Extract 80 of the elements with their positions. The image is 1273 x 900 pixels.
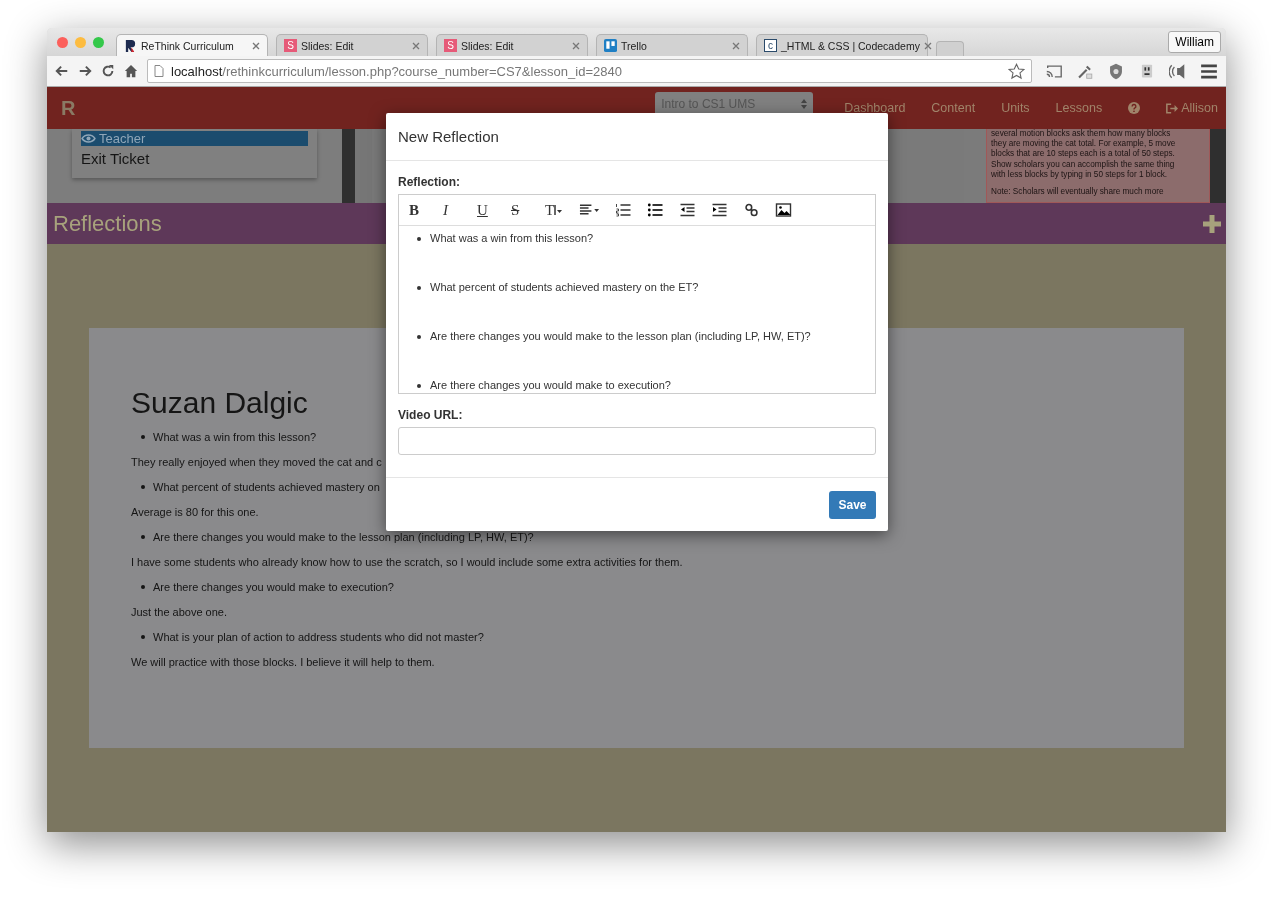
address-bar[interactable]: localhost/rethinkcurriculum/lesson.php?course_number=CS7&lesson_id=2840 — [147, 59, 1032, 83]
numbered-list-icon[interactable] — [615, 203, 632, 217]
editor-list-item: Are there changes you would make to the lesson plan (including LP, HW, ET)? — [417, 330, 861, 379]
answer-text: I have some students who already know how to use the scratch, so I would include some extra activities for them. — [131, 554, 683, 570]
video-url-input[interactable] — [398, 427, 876, 455]
page-icon — [154, 65, 164, 77]
logo-icon — [124, 39, 137, 52]
close-icon[interactable] — [923, 41, 932, 50]
image-icon[interactable] — [775, 203, 792, 217]
answer-text: Average is 80 for this one. — [131, 504, 259, 520]
browser-tab[interactable]: S Slides: Edit — [276, 34, 428, 56]
eye-icon — [81, 133, 96, 144]
close-icon[interactable] — [572, 41, 580, 50]
note-text: Note: Scholars will eventually share much more — [991, 187, 1164, 198]
note-text: blocks that are 10 steps each is a total of 50 steps. — [991, 149, 1175, 160]
bullet-list-icon[interactable] — [647, 203, 664, 217]
save-button[interactable]: Save — [829, 490, 876, 519]
field-label: Reflection: — [398, 175, 461, 189]
outdent-icon[interactable] — [679, 203, 696, 217]
indent-icon[interactable] — [711, 203, 728, 217]
author-name: Suzan Dalgic — [131, 386, 308, 420]
slides-favicon: S — [444, 39, 457, 52]
question-text: What is your plan of action to address students who did not master? — [131, 624, 484, 649]
close-icon[interactable] — [732, 41, 740, 50]
url-text: localhost/rethinkcurriculum/lesson.php?course_number=CS7&lesson_id=2840 — [171, 63, 622, 79]
font-size-button[interactable]: T — [545, 201, 564, 219]
editor-list-item: What was a win from this lesson? — [417, 232, 861, 281]
question-text: What was a win from this lesson? — [131, 424, 317, 449]
editor-list-item: What percent of students achieved mastery on the ET? — [417, 281, 861, 330]
answer-text: Just the above one. — [131, 604, 227, 620]
browser-tab[interactable]: S Slides: Edit — [436, 34, 588, 56]
answer-text: They really enjoyed when they moved the cat and c — [131, 454, 382, 470]
browser-tab[interactable]: Trello — [596, 34, 748, 56]
underline-button[interactable]: U — [477, 201, 496, 219]
tab-title: Slides: Edit — [461, 39, 515, 52]
cast-icon[interactable] — [1045, 62, 1063, 80]
board-icon — [604, 39, 617, 52]
note-text: with less blocks by typing in 50 steps for 1 block. — [991, 169, 1168, 180]
sidebar-item[interactable]: Teacher — [81, 131, 308, 146]
link-icon[interactable] — [743, 203, 760, 217]
field-label: Video URL: — [398, 408, 464, 422]
rich-text-editor[interactable] — [398, 194, 876, 394]
logout-icon — [1166, 102, 1179, 114]
profile-button[interactable]: William — [1168, 31, 1221, 53]
menu-icon[interactable] — [1200, 62, 1218, 80]
star-icon[interactable] — [1008, 62, 1025, 80]
question-text: Are there changes you would make to execution? — [131, 574, 394, 599]
note-text: they are moving the cat total. For example, 5 move — [991, 139, 1176, 149]
question-text: What percent of students achieved mastery on — [131, 474, 380, 499]
add-icon[interactable] — [1202, 213, 1222, 234]
align-icon[interactable] — [579, 203, 600, 217]
strikethrough-button[interactable]: S — [511, 201, 530, 219]
sidebar-item[interactable]: Exit Ticket — [81, 150, 308, 167]
reload-icon[interactable] — [101, 64, 115, 78]
editor-list-item: Are there changes you would make to execution? — [417, 379, 861, 393]
bold-button[interactable]: B — [409, 201, 428, 219]
back-icon[interactable] — [55, 64, 69, 78]
note-text: several motion blocks ask them how many blocks — [991, 129, 1171, 139]
note-text: Show scholars you can accomplish the same thing — [991, 159, 1175, 170]
browser-tab[interactable]: ReThink Curriculum — [116, 34, 268, 56]
tab-title: Slides: Edit — [301, 39, 355, 52]
caret-icon — [554, 203, 563, 217]
slides-favicon: S — [284, 39, 297, 52]
tab-title: _HTML & CSS | Codecademy — [781, 39, 920, 52]
dialog-title: New Reflection — [398, 128, 499, 145]
speaker-icon[interactable] — [1169, 62, 1187, 80]
updown-caret-icon — [801, 98, 808, 110]
close-icon[interactable] — [252, 41, 260, 50]
codecademy-favicon: c — [764, 39, 777, 52]
italic-button[interactable]: I — [443, 201, 462, 219]
question-text: Are there changes you would make to the lesson plan (including LP, HW, ET)? — [131, 524, 534, 549]
answer-text: We will practice with those blocks. I believe it will help to them. — [131, 654, 435, 670]
tab-title: Trello — [621, 39, 648, 52]
help-icon[interactable] — [1128, 102, 1141, 114]
close-icon[interactable] — [412, 41, 420, 50]
forward-icon[interactable] — [78, 64, 92, 78]
tab-title: ReThink Curriculum — [141, 39, 235, 52]
section-title: Reflections — [53, 210, 162, 237]
home-icon[interactable] — [124, 64, 138, 78]
shield-icon[interactable] — [1107, 62, 1125, 80]
